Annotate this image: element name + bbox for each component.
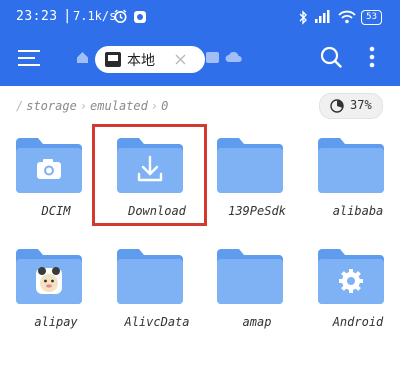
- folder-name: Android: [332, 315, 384, 329]
- status-bar: 23:23 | 7.1k/s 53: [0, 0, 400, 34]
- breadcrumb-item-storage[interactable]: storage: [26, 99, 77, 113]
- folder-name: amap: [242, 315, 272, 329]
- breadcrumb-chevron-icon: ›: [150, 99, 159, 113]
- folder-icon: [318, 138, 384, 193]
- app-header: 23:23 | 7.1k/s 53 本地: [0, 0, 400, 86]
- breadcrumb-item-emulated[interactable]: emulated: [90, 99, 148, 113]
- wifi-icon: [338, 10, 356, 24]
- tab-local[interactable]: 本地: [95, 46, 205, 73]
- status-icons: 53: [298, 8, 382, 26]
- status-time: 23:23: [16, 9, 58, 24]
- folder-name: AlivcData: [124, 315, 190, 329]
- download-highlight-box: [92, 124, 207, 226]
- cloud-icon[interactable]: [225, 51, 243, 63]
- signal-icon: [315, 10, 330, 23]
- more-vertical-icon[interactable]: [369, 46, 375, 68]
- bluetooth-icon: [299, 9, 308, 25]
- alipay-mascot-icon: [36, 267, 62, 294]
- home-icon[interactable]: [76, 51, 89, 64]
- tab-window-icon[interactable]: [206, 52, 219, 63]
- folder-139pesdk[interactable]: 139PeSdk: [217, 137, 297, 235]
- notification-app-icon: [134, 11, 146, 23]
- folder-dcim[interactable]: DCIM: [16, 137, 96, 235]
- folder-icon: [217, 249, 283, 304]
- folder-alivcdata[interactable]: AlivcData: [117, 248, 197, 346]
- folder-android[interactable]: Android: [318, 248, 398, 346]
- folder-icon: [16, 138, 82, 193]
- folder-icon: [117, 249, 183, 304]
- toolbar: 本地: [0, 36, 400, 80]
- storage-tab-icon: [105, 52, 121, 67]
- tab-label: 本地: [127, 53, 155, 69]
- status-separator: |: [63, 8, 72, 24]
- folder-name: alibaba: [332, 204, 384, 218]
- folder-alipay[interactable]: alipay: [16, 248, 96, 346]
- breadcrumb: / storage › emulated › 0: [16, 96, 168, 116]
- breadcrumb-root[interactable]: /: [16, 99, 23, 113]
- alarm-icon: [114, 9, 127, 23]
- folder-name: alipay: [34, 315, 78, 329]
- folder-icon: [318, 249, 384, 304]
- network-speed: 7.1k/s: [73, 9, 117, 23]
- breadcrumb-item-current[interactable]: 0: [161, 99, 168, 113]
- search-icon[interactable]: [320, 46, 342, 68]
- pie-chart-icon: [330, 99, 344, 113]
- storage-usage-button[interactable]: 37%: [319, 93, 383, 119]
- folder-name: 139PeSdk: [228, 204, 286, 218]
- folder-alibaba[interactable]: alibaba: [318, 137, 398, 235]
- hamburger-menu-icon[interactable]: [18, 48, 40, 68]
- folder-amap[interactable]: amap: [217, 248, 297, 346]
- battery-indicator: 53: [361, 9, 382, 25]
- camera-icon: [37, 159, 61, 179]
- folder-name: DCIM: [41, 204, 71, 218]
- gear-icon: [339, 269, 363, 293]
- folder-icon: [16, 249, 82, 304]
- folder-icon: [217, 138, 283, 193]
- breadcrumb-chevron-icon: ›: [79, 99, 88, 113]
- storage-percent: 37%: [350, 98, 372, 112]
- close-icon[interactable]: [175, 54, 186, 65]
